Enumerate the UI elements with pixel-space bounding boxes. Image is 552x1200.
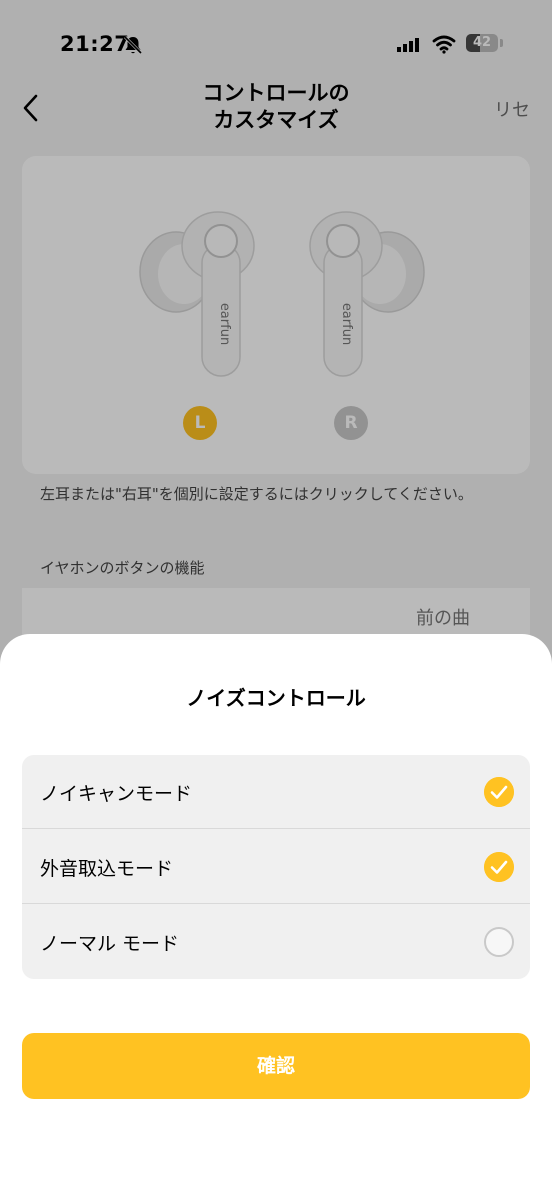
confirm-button[interactable]: 確認	[22, 1033, 530, 1099]
bottom-sheet: ノイズコントロール ノイキャンモード 外音取込モード ノーマル モード 確認	[0, 634, 552, 1200]
option-anc-mode[interactable]: ノイキャンモード	[22, 755, 530, 829]
option-label: 外音取込モード	[40, 858, 174, 880]
checkmark-icon[interactable]	[484, 852, 514, 882]
checkmark-icon[interactable]	[484, 777, 514, 807]
sheet-title: ノイズコントロール	[186, 686, 366, 710]
option-ambient-mode[interactable]: 外音取込モード	[22, 830, 530, 904]
divider	[22, 903, 530, 904]
option-normal-mode[interactable]: ノーマル モード	[22, 905, 530, 979]
option-list: ノイキャンモード 外音取込モード ノーマル モード	[22, 755, 530, 979]
empty-circle-icon[interactable]	[484, 927, 514, 957]
option-label: ノイキャンモード	[40, 783, 193, 805]
option-label: ノーマル モード	[40, 933, 180, 955]
divider	[22, 828, 530, 829]
